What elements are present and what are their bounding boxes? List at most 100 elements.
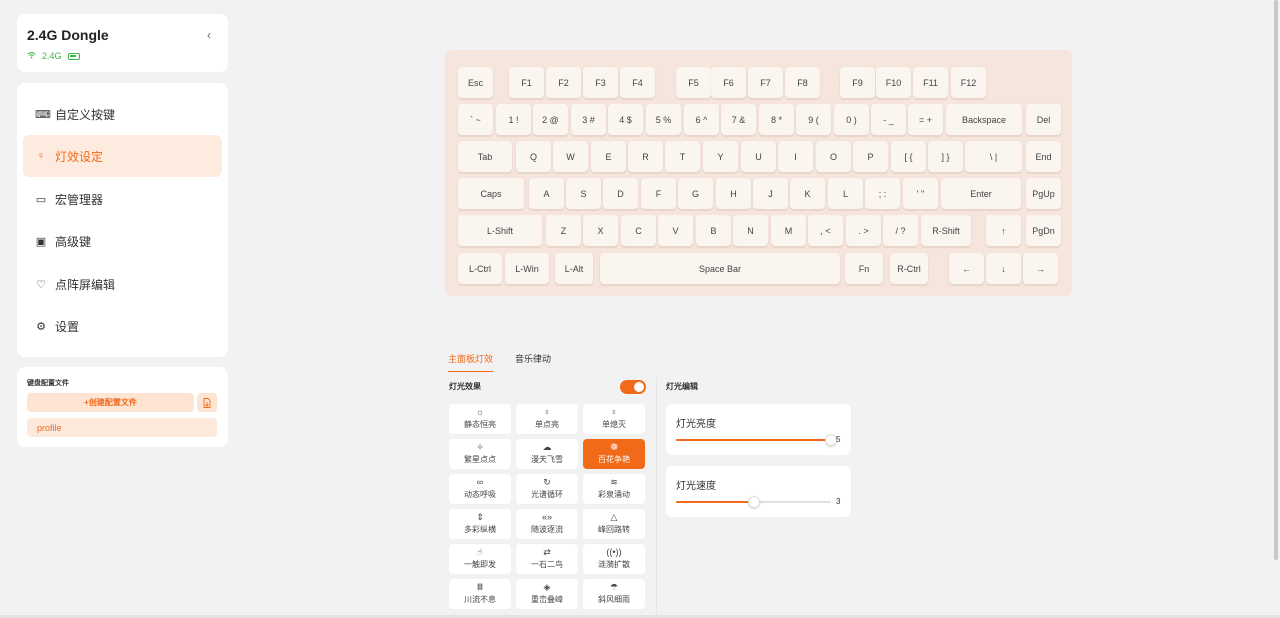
menu-item-4[interactable]: ♡ 点阵屏编辑 bbox=[23, 263, 222, 305]
menu-item-3[interactable]: ▣ 高级键 bbox=[23, 220, 222, 262]
key[interactable]: ; : bbox=[865, 178, 900, 209]
effect-button[interactable]: ♀ 单熄灭 bbox=[583, 404, 645, 434]
key[interactable]: F bbox=[641, 178, 676, 209]
key[interactable]: F7 bbox=[748, 67, 783, 98]
key[interactable]: 8 * bbox=[759, 104, 794, 135]
key[interactable]: V bbox=[658, 215, 693, 246]
effect-button[interactable]: ◈ 重峦叠嶂 bbox=[516, 579, 578, 609]
effect-button[interactable]: ♀ 单点亮 bbox=[516, 404, 578, 434]
key[interactable]: L-Shift bbox=[458, 215, 542, 246]
key[interactable]: 7 & bbox=[721, 104, 756, 135]
key[interactable]: F3 bbox=[583, 67, 618, 98]
effect-button[interactable]: △ 峰回路转 bbox=[583, 509, 645, 539]
key[interactable]: F9 bbox=[840, 67, 875, 98]
effect-button[interactable]: «» 随波逐流 bbox=[516, 509, 578, 539]
key[interactable]: E bbox=[591, 141, 626, 172]
key[interactable]: / ? bbox=[883, 215, 918, 246]
key[interactable]: Y bbox=[703, 141, 738, 172]
key[interactable]: R bbox=[628, 141, 663, 172]
key[interactable]: \ | bbox=[965, 141, 1022, 172]
create-profile-button[interactable]: +创建配置文件 bbox=[27, 393, 194, 412]
key[interactable]: = + bbox=[908, 104, 943, 135]
effect-button[interactable]: ❁ 百花争艳 bbox=[583, 439, 645, 469]
key[interactable]: F8 bbox=[785, 67, 820, 98]
effect-button[interactable]: ⇄ 一石二鸟 bbox=[516, 544, 578, 574]
key[interactable]: F5 bbox=[676, 67, 711, 98]
key[interactable]: [ { bbox=[891, 141, 926, 172]
effects-toggle[interactable] bbox=[620, 380, 646, 394]
key[interactable]: T bbox=[665, 141, 700, 172]
import-profile-icon[interactable] bbox=[197, 393, 217, 412]
speed-slider[interactable] bbox=[676, 496, 831, 508]
key[interactable]: X bbox=[583, 215, 618, 246]
key[interactable]: 5 % bbox=[646, 104, 681, 135]
key[interactable]: Enter bbox=[941, 178, 1021, 209]
menu-item-5[interactable]: ⚙ 设置 bbox=[23, 305, 222, 347]
key[interactable]: Esc bbox=[458, 67, 493, 98]
key[interactable]: I bbox=[778, 141, 813, 172]
key[interactable]: F11 bbox=[913, 67, 948, 98]
key[interactable]: F1 bbox=[509, 67, 544, 98]
collapse-sidebar-button[interactable]: ‹ bbox=[200, 26, 218, 44]
key[interactable]: H bbox=[716, 178, 751, 209]
key[interactable]: ↓ bbox=[986, 253, 1021, 284]
profile-item[interactable]: profile bbox=[27, 418, 217, 437]
key[interactable]: F10 bbox=[876, 67, 911, 98]
speed-thumb[interactable] bbox=[747, 496, 760, 508]
key[interactable]: 6 ^ bbox=[684, 104, 719, 135]
key[interactable]: 0 ) bbox=[834, 104, 869, 135]
key[interactable]: PgDn bbox=[1026, 215, 1061, 246]
effect-button[interactable]: ☁ 漫天飞雪 bbox=[516, 439, 578, 469]
key[interactable]: Z bbox=[546, 215, 581, 246]
key[interactable]: Q bbox=[516, 141, 551, 172]
key[interactable]: J bbox=[753, 178, 788, 209]
effect-button[interactable]: ∞ 动态呼吸 bbox=[449, 474, 511, 504]
effect-button[interactable]: ↻ 光谱循环 bbox=[516, 474, 578, 504]
menu-item-2[interactable]: ▭ 宏管理器 bbox=[23, 178, 222, 220]
effect-button[interactable]: ☂ 斜风细雨 bbox=[583, 579, 645, 609]
key[interactable]: Space Bar bbox=[600, 253, 840, 284]
key[interactable]: C bbox=[621, 215, 656, 246]
brightness-slider[interactable] bbox=[676, 434, 837, 446]
key[interactable]: L-Ctrl bbox=[458, 253, 502, 284]
key[interactable]: End bbox=[1026, 141, 1061, 172]
tab-main-panel-effects[interactable]: 主面板灯效 bbox=[448, 352, 494, 372]
menu-item-0[interactable]: ⌨ 自定义按键 bbox=[23, 93, 222, 135]
effect-button[interactable]: ✧ 繁星点点 bbox=[449, 439, 511, 469]
key[interactable]: ] } bbox=[928, 141, 963, 172]
effect-button[interactable]: ((•)) 涟漪扩散 bbox=[583, 544, 645, 574]
key[interactable]: R-Shift bbox=[921, 215, 971, 246]
key[interactable]: - _ bbox=[871, 104, 906, 135]
effect-button[interactable]: Ⅲ 川流不息 bbox=[449, 579, 511, 609]
key[interactable]: ← bbox=[949, 253, 984, 284]
key[interactable]: R-Ctrl bbox=[890, 253, 928, 284]
key[interactable]: N bbox=[733, 215, 768, 246]
key[interactable]: B bbox=[696, 215, 731, 246]
key[interactable]: 1 ! bbox=[496, 104, 531, 135]
key[interactable]: 4 $ bbox=[608, 104, 643, 135]
key[interactable]: 2 @ bbox=[533, 104, 568, 135]
key[interactable]: F6 bbox=[711, 67, 746, 98]
key[interactable]: Tab bbox=[458, 141, 512, 172]
key[interactable]: W bbox=[553, 141, 588, 172]
key[interactable]: ' " bbox=[903, 178, 938, 209]
key[interactable]: P bbox=[853, 141, 888, 172]
key[interactable]: ↑ bbox=[986, 215, 1021, 246]
key[interactable]: 3 # bbox=[571, 104, 606, 135]
key[interactable]: Fn bbox=[845, 253, 883, 284]
key[interactable]: L bbox=[828, 178, 863, 209]
tab-music-rhythm[interactable]: 音乐律动 bbox=[515, 352, 551, 372]
key[interactable]: U bbox=[741, 141, 776, 172]
effect-button[interactable]: ☼ 静态恒亮 bbox=[449, 404, 511, 434]
key[interactable]: Backspace bbox=[946, 104, 1022, 135]
key[interactable]: M bbox=[771, 215, 806, 246]
key[interactable]: G bbox=[678, 178, 713, 209]
key[interactable]: D bbox=[603, 178, 638, 209]
key[interactable]: . > bbox=[846, 215, 881, 246]
key[interactable]: L-Win bbox=[505, 253, 549, 284]
key[interactable]: F2 bbox=[546, 67, 581, 98]
key[interactable]: K bbox=[790, 178, 825, 209]
key[interactable]: S bbox=[566, 178, 601, 209]
key[interactable]: 9 ( bbox=[796, 104, 831, 135]
effect-button[interactable]: ☝ 一触即发 bbox=[449, 544, 511, 574]
